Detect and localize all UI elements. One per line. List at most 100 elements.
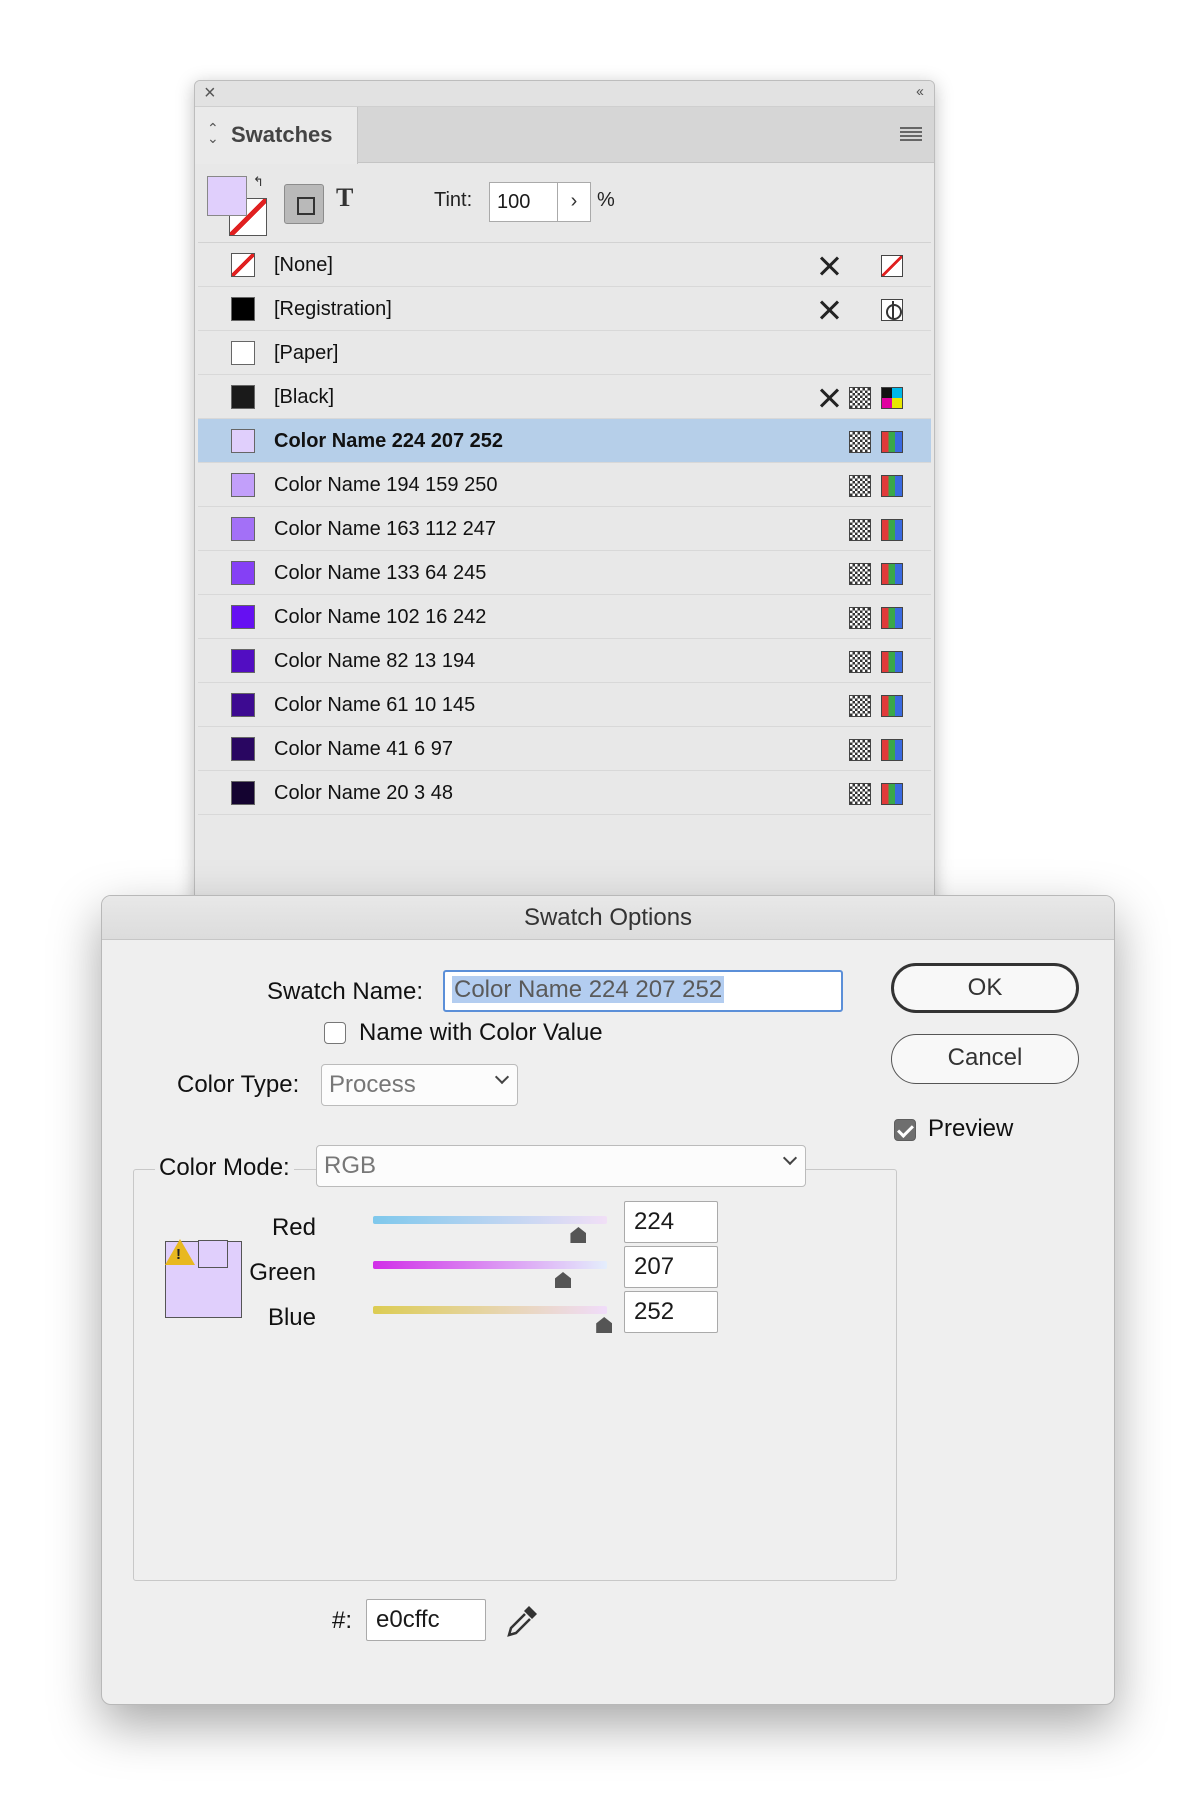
name-with-color-value-checkbox[interactable] — [324, 1022, 346, 1044]
swatch-color-chip — [231, 649, 255, 673]
slider-track[interactable] — [373, 1261, 607, 1269]
process-color-icon — [849, 607, 871, 629]
process-color-icon — [849, 387, 871, 409]
swatch-name: Color Name 102 16 242 — [274, 606, 487, 628]
cancel-button[interactable]: Cancel — [891, 1034, 1079, 1084]
formatting-text-icon[interactable]: T — [336, 183, 353, 213]
fill-swatch[interactable] — [207, 176, 247, 216]
hex-input[interactable]: e0cffc — [366, 1599, 486, 1641]
tab-swatches[interactable]: ⌃ ⌄ Swatches — [195, 107, 358, 164]
tint-unit: % — [597, 189, 615, 211]
swap-fill-stroke-icon[interactable]: ↰ — [253, 174, 264, 190]
swatch-color-chip — [231, 429, 255, 453]
swatch-name-label: Swatch Name: — [267, 978, 424, 1005]
swatch-color-chip — [231, 605, 255, 629]
formatting-container-button[interactable] — [284, 184, 324, 224]
rgb-icon — [881, 695, 903, 717]
ok-button[interactable]: OK — [891, 963, 1079, 1013]
process-color-icon — [849, 431, 871, 453]
color-mode-select[interactable]: RGB — [316, 1145, 806, 1187]
swatch-color-chip — [231, 385, 255, 409]
rgb-icon — [881, 519, 903, 541]
tint-stepper-button[interactable]: › — [557, 182, 591, 222]
swatch-name: [Paper] — [274, 342, 339, 364]
pencil-slash-icon — [818, 299, 840, 321]
slider-label: Green — [249, 1259, 316, 1286]
slider-value-input[interactable]: 252 — [624, 1291, 718, 1333]
chevron-down-icon — [782, 1150, 798, 1166]
color-mode-value: RGB — [324, 1152, 377, 1179]
color-type-value: Process — [329, 1071, 416, 1098]
swatch-row[interactable]: Color Name 102 16 242 — [198, 595, 931, 639]
rgb-icon — [881, 651, 903, 673]
swatch-row[interactable]: [Black] — [198, 375, 931, 419]
swatch-row[interactable]: Color Name 194 159 250 — [198, 463, 931, 507]
eyedropper-icon[interactable] — [503, 1602, 541, 1640]
collapse-panel-icon[interactable]: ‹‹ — [916, 83, 924, 100]
swatch-name: Color Name 20 3 48 — [274, 782, 453, 804]
swatch-name: [Registration] — [274, 298, 392, 320]
swatch-color-chip — [231, 517, 255, 541]
swatch-row[interactable]: [Registration] — [198, 287, 931, 331]
swatch-name-input[interactable]: Color Name 224 207 252 — [443, 970, 843, 1012]
swatch-row[interactable]: Color Name 133 64 245 — [198, 551, 931, 595]
none-icon — [881, 255, 903, 277]
rgb-icon — [881, 739, 903, 761]
expand-collapse-icon[interactable]: ⌃ ⌄ — [207, 121, 219, 145]
swatch-name: Color Name 41 6 97 — [274, 738, 453, 760]
swatch-color-chip — [231, 341, 255, 365]
slider-value-input[interactable]: 224 — [624, 1201, 718, 1243]
pencil-slash-icon — [818, 387, 840, 409]
swatch-name: Color Name 163 112 247 — [274, 518, 496, 540]
swatch-row[interactable]: Color Name 41 6 97 — [198, 727, 931, 771]
panel-menu-icon[interactable] — [900, 127, 922, 141]
slider-track[interactable] — [373, 1306, 607, 1314]
swatch-row[interactable]: Color Name 82 13 194 — [198, 639, 931, 683]
slider-track[interactable] — [373, 1216, 607, 1224]
swatch-row[interactable]: Color Name 163 112 247 — [198, 507, 931, 551]
swatch-row[interactable]: Color Name 224 207 252 — [198, 419, 931, 463]
name-with-color-value-label: Name with Color Value — [359, 1019, 603, 1046]
swatch-color-chip — [231, 473, 255, 497]
process-color-icon — [849, 739, 871, 761]
swatch-row[interactable]: [None] — [198, 243, 931, 287]
swatch-name: Color Name 194 159 250 — [274, 474, 498, 496]
fill-stroke-selector[interactable]: ↰ — [207, 174, 269, 238]
slider-label: Blue — [267, 1304, 316, 1331]
process-color-icon — [849, 475, 871, 497]
swatch-color-chip — [231, 781, 255, 805]
chevron-down-icon — [494, 1069, 510, 1085]
rgb-icon — [881, 475, 903, 497]
swatch-color-chip — [231, 737, 255, 761]
close-icon[interactable]: × — [204, 83, 216, 103]
swatch-options-dialog: Swatch Options Swatch Name: Color Name 2… — [101, 895, 1115, 1705]
slider-value-input[interactable]: 207 — [624, 1246, 718, 1288]
process-color-icon — [849, 519, 871, 541]
preview-label: Preview — [928, 1115, 1014, 1142]
tint-input[interactable]: 100 — [489, 182, 557, 222]
swatch-name: Color Name 133 64 245 — [274, 562, 487, 584]
swatch-row[interactable]: Color Name 20 3 48 — [198, 771, 931, 815]
swatch-row[interactable]: Color Name 61 10 145 — [198, 683, 931, 727]
dialog-title: Swatch Options — [102, 896, 1114, 940]
pencil-slash-icon — [818, 255, 840, 277]
swatch-list: [None] [Registration] [Paper] [Black] Color … — [198, 242, 931, 815]
slider-label: Red — [271, 1214, 316, 1241]
registration-icon — [881, 299, 903, 321]
rgb-icon — [881, 607, 903, 629]
swatch-row[interactable]: [Paper] — [198, 331, 931, 375]
process-color-icon — [849, 695, 871, 717]
panel-titlebar: × ‹‹ — [195, 81, 934, 107]
warning-icon-mark: ! — [176, 1246, 181, 1263]
swatch-color-chip — [231, 297, 255, 321]
swatches-toolbar: ↰ T Tint: 100 › % — [195, 164, 934, 242]
cmyk-icon — [881, 387, 903, 409]
swatch-name-value: Color Name 224 207 252 — [452, 976, 725, 1003]
preview-checkbox[interactable] — [894, 1119, 916, 1141]
color-type-select[interactable]: Process — [321, 1064, 518, 1106]
rgb-icon — [881, 563, 903, 585]
tint-label: Tint: — [434, 189, 473, 211]
color-mode-label: Color Mode: — [155, 1154, 294, 1182]
panel-tab-row: ⌃ ⌄ Swatches — [195, 107, 934, 164]
hex-label: #: — [332, 1607, 353, 1634]
